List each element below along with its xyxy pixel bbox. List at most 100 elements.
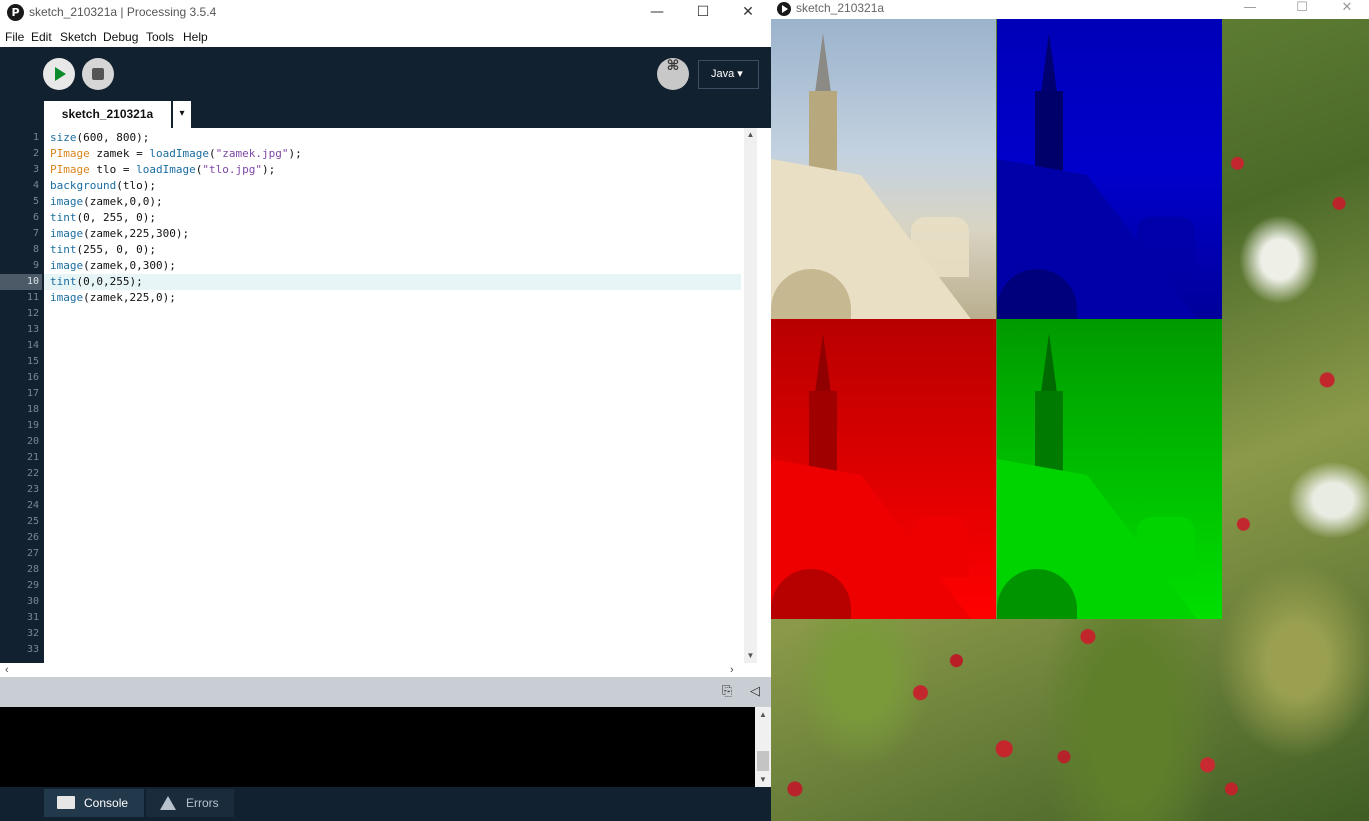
code-token: (zamek,0,0); [83,195,163,208]
code-token: image [50,259,84,272]
code-token: loadImage [136,163,196,176]
menu-file[interactable]: File [5,30,24,44]
code-line[interactable]: background(tlo); [50,178,740,194]
code-token: tint [50,211,77,224]
code-line[interactable]: PImage zamek = loadImage("zamek.jpg"); [50,146,740,162]
code-token: image [50,227,84,240]
stop-button[interactable] [82,58,114,90]
debug-button[interactable]: ⌘ [657,58,689,90]
line-number: 2 [32,148,39,159]
console-scroll-up-icon[interactable]: ▲ [755,710,771,719]
scroll-right-icon[interactable]: › [730,663,734,677]
scroll-left-icon[interactable]: ‹ [5,663,9,677]
sketch-titlebar: sketch_210321a — ☐ ✕ [771,0,1369,19]
scroll-up-icon[interactable]: ▲ [744,130,757,139]
code-token: tint [50,275,77,288]
close-button[interactable]: ✕ [725,0,771,26]
ide-window: P sketch_210321a | Processing 3.5.4 — ☐ … [0,0,771,821]
menu-tools[interactable]: Tools [146,30,174,44]
code-line[interactable]: tint(0, 255, 0); [50,210,740,226]
collapse-console-icon[interactable]: ◁ [750,683,760,699]
line-number: 6 [32,212,39,223]
line-number: 31 [26,612,39,623]
line-number: 25 [26,516,39,527]
line-number: 30 [26,596,39,607]
castle-image-blue-tint [997,19,1222,319]
castle-spire [815,33,831,93]
tab-bar: sketch_210321a ▾ [0,101,771,128]
code-token: (0, 255, 0); [76,211,156,224]
tab-errors-label: Errors [186,796,219,810]
code-line[interactable]: image(zamek,225,300); [50,226,740,242]
line-number: 23 [26,484,39,495]
code-token: loadImage [149,147,209,160]
line-number: 4 [32,180,39,191]
code-token: ); [288,147,302,160]
sketch-canvas[interactable] [771,19,1369,821]
minimize-button[interactable]: — [634,0,680,26]
sketch-title: sketch_210321a [796,1,885,15]
editor-vertical-scrollbar[interactable]: ▲ ▼ [744,128,757,663]
castle-image-green-tint [997,319,1222,619]
console-output[interactable] [0,707,755,787]
line-number: 15 [26,356,39,367]
castle-rotunda [1137,217,1195,277]
code-token: (zamek,225,300); [83,227,190,240]
console-scrollbar[interactable]: ▲ ▼ [755,707,771,787]
code-line[interactable]: tint(255, 0, 0); [50,242,740,258]
debugger-icon: ⌘ [666,58,680,74]
menu-help[interactable]: Help [183,30,208,44]
menu-debug[interactable]: Debug [103,30,138,44]
tab-sketch[interactable]: sketch_210321a [44,101,171,128]
mode-selector[interactable]: Java ▾ [698,60,759,89]
code-token: size [50,131,77,144]
menu-bar: File Edit Sketch Debug Tools Help [0,26,771,47]
console-scroll-down-icon[interactable]: ▼ [755,775,771,784]
copy-console-icon[interactable]: ⎘ [722,683,732,699]
tab-console-label: Console [84,796,129,810]
sketch-close-button[interactable]: ✕ [1324,0,1369,19]
code-line[interactable]: tint(0,0,255); [44,274,741,290]
code-token: ); [261,163,276,176]
sketch-maximize-button[interactable]: ☐ [1279,0,1325,19]
code-line[interactable]: image(zamek,225,0); [50,290,740,306]
code-line[interactable]: image(zamek,0,300); [50,258,740,274]
sketch-minimize-button[interactable]: — [1227,0,1273,19]
tab-menu-arrow-icon[interactable]: ▾ [173,101,191,128]
console-scroll-thumb[interactable] [757,751,769,771]
line-number: 32 [26,628,39,639]
code-token: (0,0,255); [76,275,143,288]
line-number: 10 [0,274,42,290]
terminal-icon [57,796,75,809]
play-icon [55,67,66,81]
code-line[interactable]: image(zamek,0,0); [50,194,740,210]
code-line[interactable]: PImage tlo = loadImage("tlo.jpg"); [50,162,740,178]
code-editor[interactable]: size(600, 800); PImage zamek = loadImage(… [44,128,744,663]
code-token: (tlo); [116,179,156,192]
tab-errors[interactable]: Errors [146,789,234,817]
sketch-run-icon [777,2,791,16]
menu-edit[interactable]: Edit [31,30,52,44]
code-token: background [50,179,117,192]
maximize-button[interactable]: ☐ [680,0,726,26]
tab-console[interactable]: Console [44,789,144,817]
line-number: 16 [26,372,39,383]
castle-rotunda [911,217,969,277]
processing-logo-icon: P [7,4,24,21]
line-number: 33 [26,644,39,655]
sketch-window: sketch_210321a — ☐ ✕ [771,0,1369,821]
code-token: (zamek,0,300); [83,259,176,272]
castle-rotunda [911,517,969,577]
line-number: 12 [26,308,39,319]
line-number: 1 [32,132,39,143]
menu-sketch[interactable]: Sketch [60,30,97,44]
code-line[interactable]: size(600, 800); [50,130,740,146]
castle-image-original [771,19,996,319]
scroll-down-icon[interactable]: ▼ [744,651,757,660]
run-button[interactable] [43,58,75,90]
editor-horizontal-scrollbar[interactable]: ‹ › [0,663,744,677]
line-number: 22 [26,468,39,479]
line-number: 3 [32,164,39,175]
code-token: image [50,195,84,208]
ide-titlebar: P sketch_210321a | Processing 3.5.4 — ☐ … [0,0,771,26]
